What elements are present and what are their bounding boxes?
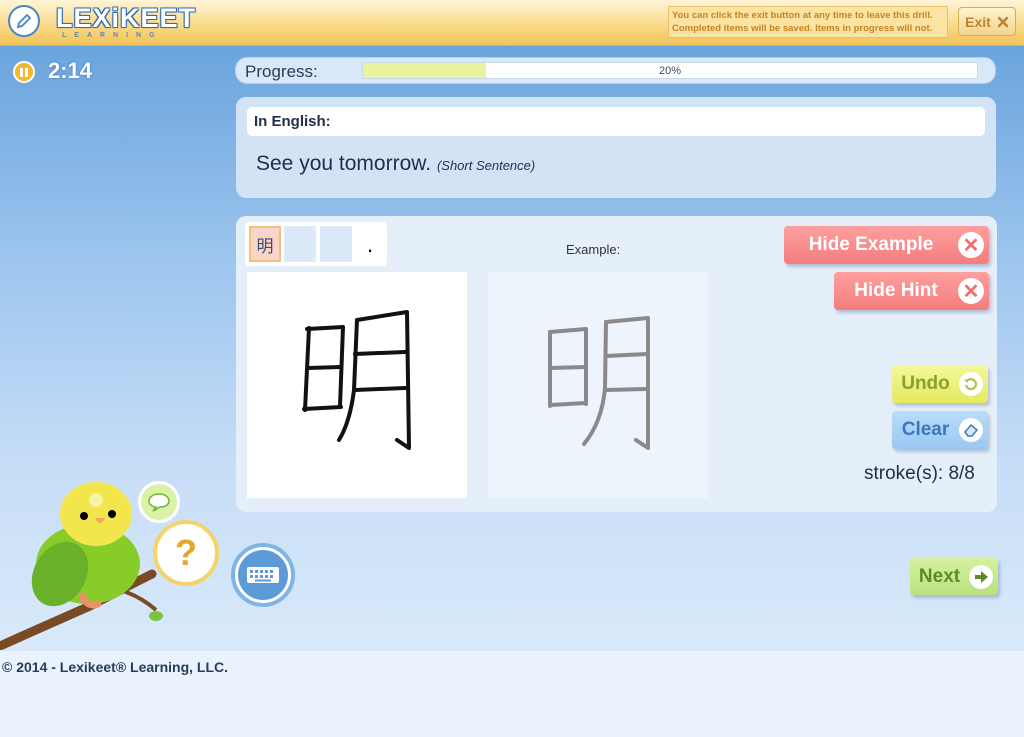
clear-button[interactable]: Clear — [892, 411, 988, 449]
next-label: Next — [918, 565, 961, 587]
keyboard-badge — [238, 550, 288, 600]
progress-percent: 20% — [658, 65, 682, 77]
chat-icon — [148, 493, 170, 512]
character-slot-2[interactable] — [284, 226, 316, 262]
example-label: Example: — [566, 242, 621, 257]
keyboard-button[interactable] — [231, 543, 295, 607]
exit-button[interactable]: Exit — [958, 7, 1016, 36]
header: LEXiKEET LEARNING You can click the exit… — [0, 0, 1024, 46]
footer: © 2014 - Lexikeet® Learning, LLC. — [0, 651, 1024, 737]
english-sentence: See you tomorrow. (Short Sentence) — [256, 152, 535, 176]
exit-note: You can click the exit button at any tim… — [668, 6, 948, 38]
sentence-text: See you tomorrow. — [256, 152, 432, 175]
logo-subtext: LEARNING — [62, 32, 163, 39]
character-slot-3[interactable] — [320, 226, 352, 262]
sentence-type: (Short Sentence) — [436, 158, 536, 173]
hide-example-button[interactable]: Hide Example ✕ — [784, 226, 989, 264]
undo-icon — [959, 372, 983, 396]
character-slot-1[interactable]: 明 — [249, 226, 281, 262]
close-icon: ✕ — [958, 278, 984, 304]
drawing-canvas[interactable] — [247, 272, 467, 498]
exit-label: Exit — [965, 13, 991, 30]
timer: 2:14 — [48, 58, 93, 83]
stroke-count: stroke(s): 8/8 — [864, 463, 975, 484]
next-button[interactable]: Next — [910, 558, 998, 595]
english-label: In English: — [254, 113, 331, 130]
progress-panel: Progress: 20% — [235, 57, 996, 84]
undo-label: Undo — [901, 373, 950, 394]
pause-icon-bar — [25, 67, 28, 77]
logo-badge — [8, 5, 40, 37]
pause-button[interactable] — [13, 61, 35, 83]
pencil-icon — [16, 13, 32, 29]
example-character — [548, 316, 650, 450]
close-icon — [997, 16, 1009, 27]
clear-label: Clear — [901, 419, 950, 440]
chat-button[interactable] — [138, 481, 180, 523]
eraser-icon — [959, 418, 983, 442]
logo-text: LEXiKEET — [56, 3, 197, 33]
english-label-box: In English: — [247, 107, 985, 136]
question-icon: ? — [175, 532, 197, 573]
progress-bar: 20% — [362, 62, 978, 79]
copyright: © 2014 - Lexikeet® Learning, LLC. — [2, 659, 229, 675]
writing-panel: 明 . Example: Hide Example ✕ Hide Hint ✕ … — [236, 216, 997, 512]
close-icon: ✕ — [958, 232, 984, 258]
hide-hint-button[interactable]: Hide Hint ✕ — [834, 272, 989, 310]
slot-trailing-punctuation: . — [367, 232, 374, 257]
help-button[interactable]: ? — [153, 520, 219, 586]
progress-label: Progress: — [245, 62, 318, 81]
example-canvas — [488, 272, 708, 498]
drawn-character — [302, 310, 411, 450]
hide-example-label: Hide Example — [808, 234, 934, 255]
arrow-right-icon — [969, 564, 993, 589]
character-slots: 明 . — [245, 222, 387, 266]
hide-hint-label: Hide Hint — [854, 280, 938, 301]
english-panel: In English: See you tomorrow. (Short Sen… — [236, 97, 996, 198]
undo-button[interactable]: Undo — [892, 365, 988, 403]
pause-icon — [20, 67, 23, 77]
keyboard-icon — [247, 567, 279, 583]
